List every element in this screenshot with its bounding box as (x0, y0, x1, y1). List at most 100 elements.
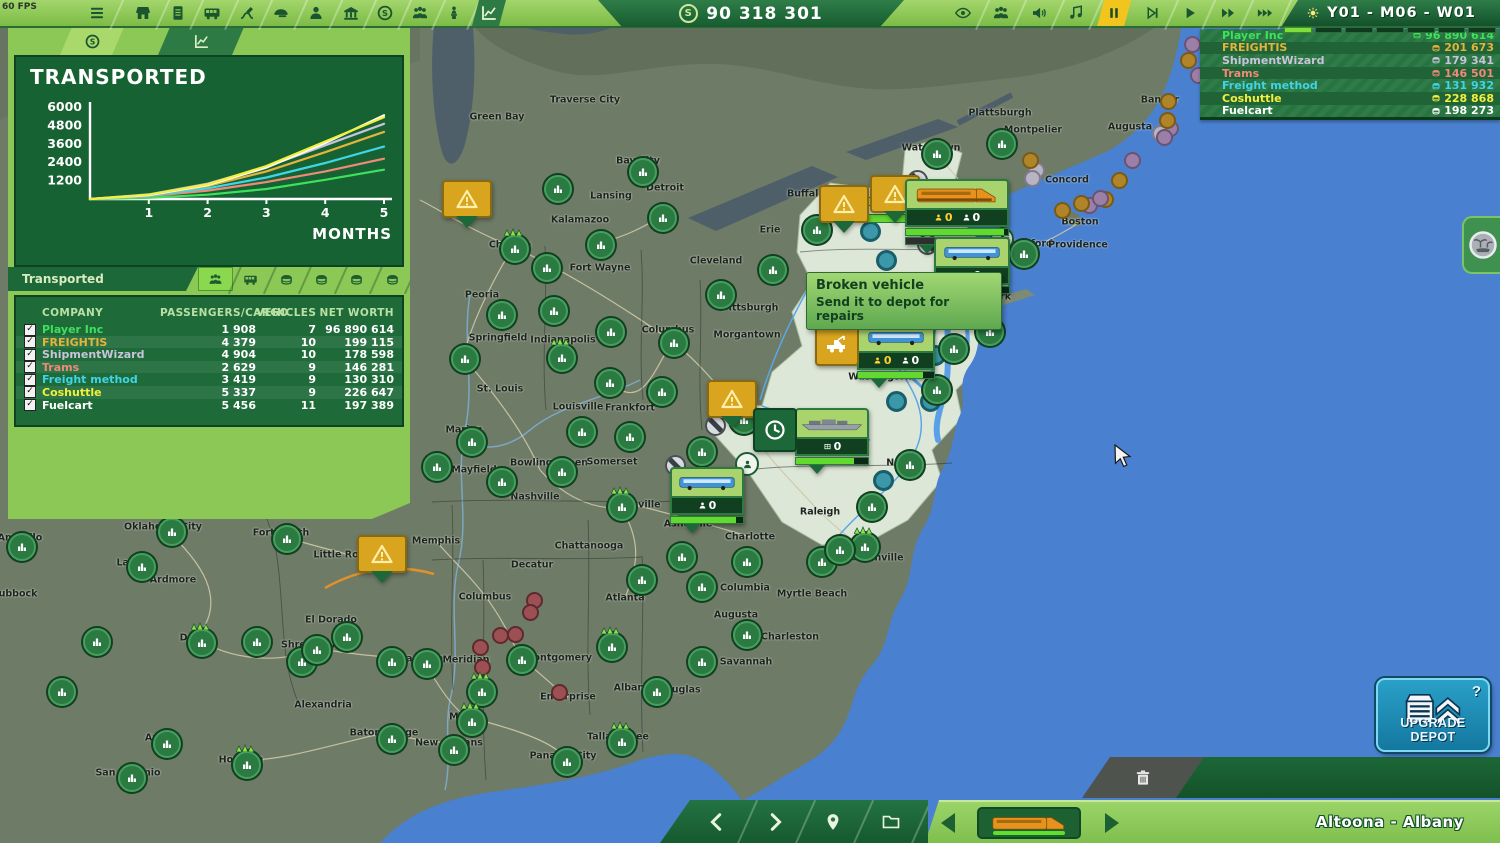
toolbar-button-staff[interactable] (299, 0, 333, 26)
metric-tab-passengers[interactable] (198, 267, 233, 291)
next-vehicle-button[interactable] (1105, 813, 1119, 833)
toolbar-button-vehicles[interactable] (195, 0, 229, 26)
city-marker[interactable] (648, 378, 676, 406)
company-checkbox[interactable]: ✓ (24, 399, 36, 411)
city-marker[interactable] (688, 438, 716, 466)
table-row[interactable]: ✓Fuelcart5 45611197 389 (16, 399, 402, 412)
toolbar-button-play[interactable] (1173, 0, 1207, 26)
city-marker[interactable] (378, 725, 406, 753)
metric-tab-vehicles[interactable] (233, 267, 268, 291)
company-checkbox[interactable]: ✓ (24, 361, 36, 373)
leaderboard-row[interactable]: ShipmentWizard179 341 (1200, 54, 1500, 67)
city-marker[interactable] (826, 536, 854, 564)
toolbar-button-music[interactable] (1059, 0, 1093, 26)
city-marker[interactable] (733, 548, 761, 576)
city-marker[interactable] (83, 628, 111, 656)
previous-button[interactable] (688, 800, 746, 843)
toolbar-button-visibility[interactable] (946, 0, 980, 26)
city-marker[interactable] (48, 678, 76, 706)
company-checkbox[interactable]: ✓ (24, 336, 36, 348)
city-marker[interactable] (333, 623, 361, 651)
city-marker[interactable] (451, 345, 479, 373)
city-marker[interactable] (548, 458, 576, 486)
city-marker[interactable] (608, 493, 636, 521)
previous-vehicle-button[interactable] (941, 813, 955, 833)
toolbar-button-pause[interactable] (1097, 0, 1131, 26)
toolbar-button-bank[interactable] (334, 0, 368, 26)
city-marker[interactable] (488, 468, 516, 496)
side-panel-tab[interactable] (1462, 216, 1500, 274)
city-marker[interactable] (688, 648, 716, 676)
clock-icon[interactable] (753, 408, 797, 452)
city-marker[interactable] (413, 650, 441, 678)
city-marker[interactable] (1010, 240, 1038, 268)
help-button[interactable]: ? (1472, 683, 1481, 700)
toolbar-button-depots[interactable] (126, 0, 160, 26)
city-marker[interactable] (378, 648, 406, 676)
city-marker[interactable] (608, 728, 636, 756)
city-marker[interactable] (233, 751, 261, 779)
city-marker[interactable] (508, 646, 536, 674)
locate-button[interactable] (804, 800, 862, 843)
leaderboard-row[interactable]: Freight method131 932 (1200, 79, 1500, 92)
vehicle-warning-marker[interactable] (707, 380, 757, 418)
city-marker[interactable] (548, 344, 576, 372)
city-marker[interactable] (553, 748, 581, 776)
city-marker[interactable] (629, 158, 657, 186)
city-marker[interactable] (923, 140, 951, 168)
company-checkbox[interactable]: ✓ (24, 324, 36, 336)
city-marker[interactable] (153, 730, 181, 758)
city-marker[interactable] (649, 204, 677, 232)
toolbar-button-traffic[interactable] (264, 0, 298, 26)
city-marker[interactable] (896, 451, 924, 479)
city-marker[interactable] (587, 231, 615, 259)
city-marker[interactable] (501, 235, 529, 263)
toolbar-button-contracts[interactable] (161, 0, 195, 26)
city-marker[interactable] (533, 254, 561, 282)
city-marker[interactable] (8, 533, 36, 561)
city-marker[interactable] (759, 256, 787, 284)
toolbar-button-play-slow[interactable] (1135, 0, 1169, 26)
city-marker[interactable] (858, 493, 886, 521)
city-marker[interactable] (940, 335, 968, 363)
vehicle-info-card[interactable]: 00 (857, 322, 935, 379)
company-checkbox[interactable]: ✓ (24, 374, 36, 386)
city-marker[interactable] (596, 369, 624, 397)
manage-button[interactable] (862, 800, 920, 843)
city-marker[interactable] (488, 301, 516, 329)
city-marker[interactable] (616, 423, 644, 451)
toolbar-button-landmarks[interactable] (437, 0, 471, 26)
toolbar-button-fastest[interactable] (1248, 0, 1282, 26)
city-marker[interactable] (423, 453, 451, 481)
leaderboard-row[interactable]: Fuelcart198 273 (1200, 105, 1500, 118)
company-checkbox[interactable]: ✓ (24, 349, 36, 361)
toolbar-button-menu[interactable] (80, 0, 114, 26)
city-marker[interactable] (458, 708, 486, 736)
city-marker[interactable] (733, 621, 761, 649)
table-row[interactable]: ✓Coshuttle5 3379226 647 (16, 386, 402, 399)
metric-tab-metric-coins-3[interactable] (339, 267, 374, 291)
toolbar-button-population[interactable] (984, 0, 1018, 26)
metric-tab-metric-coins-4[interactable] (375, 267, 410, 291)
city-marker[interactable] (597, 318, 625, 346)
upgrade-depot-button[interactable]: UPGRADE DEPOT ? (1376, 678, 1490, 752)
city-marker[interactable] (118, 764, 146, 792)
toolbar-button-finances[interactable]: S (368, 0, 402, 26)
vehicle-info-card[interactable]: 0 (670, 467, 744, 524)
city-marker[interactable] (243, 628, 271, 656)
city-marker[interactable] (598, 633, 626, 661)
toolbar-button-routes[interactable] (230, 0, 264, 26)
metric-tab-metric-coins-1[interactable] (269, 267, 304, 291)
leaderboard-row[interactable]: Coshuttle228 868 (1200, 92, 1500, 105)
selected-vehicle-thumbnail[interactable] (977, 807, 1081, 839)
city-marker[interactable] (273, 525, 301, 553)
next-button[interactable] (746, 800, 804, 843)
vehicle-warning-marker[interactable] (357, 535, 407, 573)
table-row[interactable]: ✓Player Inc1 908796 890 614 (16, 323, 402, 336)
tab-finances[interactable]: S (60, 27, 124, 55)
city-marker[interactable] (440, 736, 468, 764)
table-row[interactable]: ✓Freight method3 4199130 310 (16, 373, 402, 386)
city-marker[interactable] (643, 678, 671, 706)
city-marker[interactable] (303, 636, 331, 664)
leaderboard-row[interactable]: FREIGHTIS201 673 (1200, 42, 1500, 55)
